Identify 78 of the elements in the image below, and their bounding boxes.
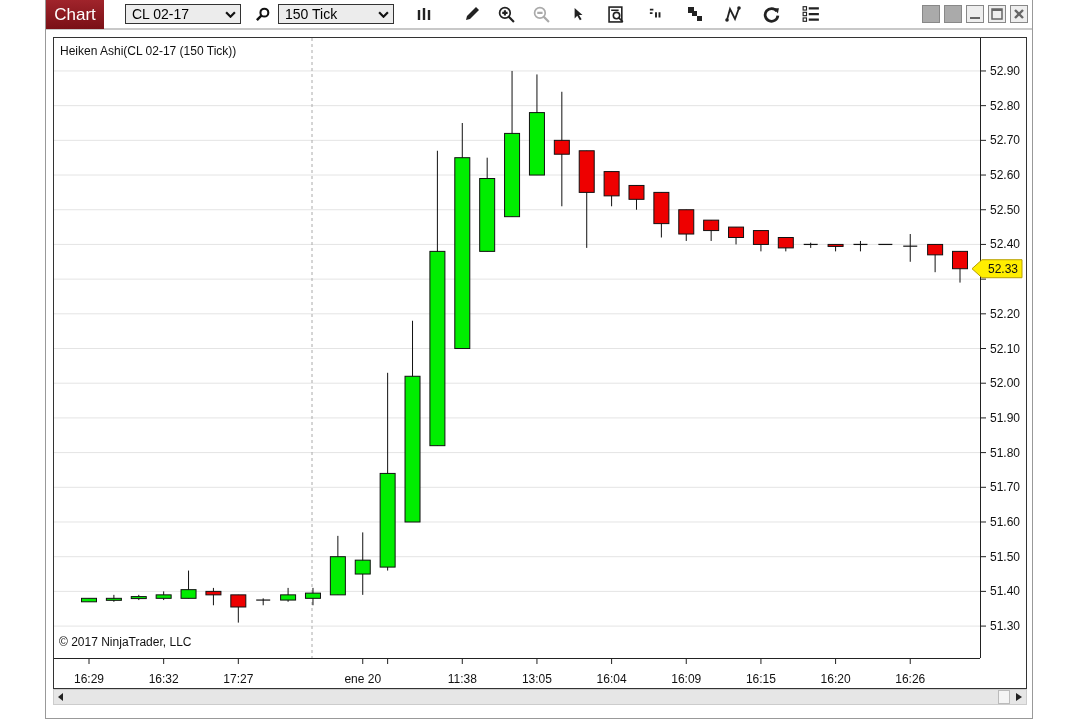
squares-icon[interactable] <box>687 6 703 22</box>
candle <box>180 570 197 599</box>
chart-button[interactable]: Chart <box>46 0 104 29</box>
price-marker-label: 52.33 <box>988 261 1019 276</box>
time-label: 17:27 <box>223 672 254 686</box>
price-label: 52.50 <box>990 202 1021 217</box>
caret-icon <box>378 10 389 18</box>
price-label: 52.60 <box>990 168 1021 183</box>
candle <box>354 531 371 596</box>
zoom-in-icon[interactable] <box>498 5 515 23</box>
candle <box>803 242 819 249</box>
horizontal-scrollbar[interactable] <box>53 689 1027 705</box>
time-label: 16:09 <box>671 672 702 686</box>
candle <box>777 237 794 252</box>
price-label: 52.00 <box>990 376 1021 391</box>
maximize-icon[interactable] <box>988 5 1006 23</box>
candle <box>952 250 968 284</box>
price-label: 52.70 <box>990 133 1021 148</box>
data-box-icon[interactable] <box>608 5 625 23</box>
price-label: 52.80 <box>990 98 1021 113</box>
scroll-left-icon[interactable] <box>58 693 64 701</box>
time-label: ene 20 <box>344 672 382 686</box>
price-label: 51.80 <box>990 445 1021 460</box>
candle <box>205 587 222 606</box>
time-label: 11:38 <box>447 672 477 686</box>
time-label: 13:05 <box>521 672 552 686</box>
price-label: 52.20 <box>990 306 1021 321</box>
price-label: 52.90 <box>990 63 1021 78</box>
price-label: 52.40 <box>990 237 1021 252</box>
candle <box>827 243 844 252</box>
candle <box>329 535 346 596</box>
candle <box>603 171 620 207</box>
candle <box>927 243 944 273</box>
candle <box>728 226 745 245</box>
candle <box>752 230 769 252</box>
time-label: 16:15 <box>745 672 776 686</box>
close-icon[interactable] <box>1010 5 1028 23</box>
candle <box>255 597 271 606</box>
search-icon[interactable] <box>255 6 270 22</box>
time-label: 16:29 <box>74 672 104 686</box>
candle <box>852 240 869 252</box>
copyright-text: © 2017 NinjaTrader, LLC <box>59 635 192 649</box>
price-label: 51.30 <box>990 619 1021 634</box>
price-marker <box>971 259 1023 279</box>
candle <box>902 233 918 263</box>
price-label: 51.60 <box>990 515 1021 529</box>
bars-icon[interactable] <box>416 6 432 22</box>
time-label: 16:20 <box>820 672 851 686</box>
minimize-icon[interactable] <box>966 5 984 23</box>
price-label: 52.10 <box>990 341 1021 356</box>
candle <box>653 191 670 238</box>
candle <box>81 597 97 603</box>
candle <box>703 219 720 242</box>
time-label: 16:32 <box>148 672 179 686</box>
list-icon[interactable] <box>802 5 820 23</box>
price-label: 51.50 <box>990 549 1021 564</box>
price-label: 51.40 <box>990 584 1021 599</box>
candle <box>628 184 645 211</box>
candle <box>130 594 147 601</box>
scroll-right-icon[interactable] <box>1016 693 1022 701</box>
price-label: 51.90 <box>990 410 1021 425</box>
candle <box>155 590 172 601</box>
candle <box>230 594 247 624</box>
caret-icon <box>225 10 236 18</box>
time-label: 16:26 <box>895 672 926 686</box>
interval-dropdown[interactable]: 150 Tick <box>278 4 394 24</box>
candle <box>678 209 695 242</box>
candle <box>877 243 893 246</box>
time-label: 16:04 <box>596 672 627 686</box>
reload-icon[interactable] <box>763 5 780 23</box>
price-label: 51.70 <box>990 480 1021 495</box>
chart-title: Heiken Ashi(CL 02-17 (150 Tick)) <box>60 44 237 58</box>
line-nodes-icon[interactable] <box>725 6 741 22</box>
scroll-thumb[interactable] <box>998 690 1010 704</box>
candle <box>280 587 297 603</box>
pencil-icon[interactable] <box>464 6 480 22</box>
candle <box>304 587 321 606</box>
instrument-dropdown[interactable]: CL 02-17 <box>125 4 241 24</box>
